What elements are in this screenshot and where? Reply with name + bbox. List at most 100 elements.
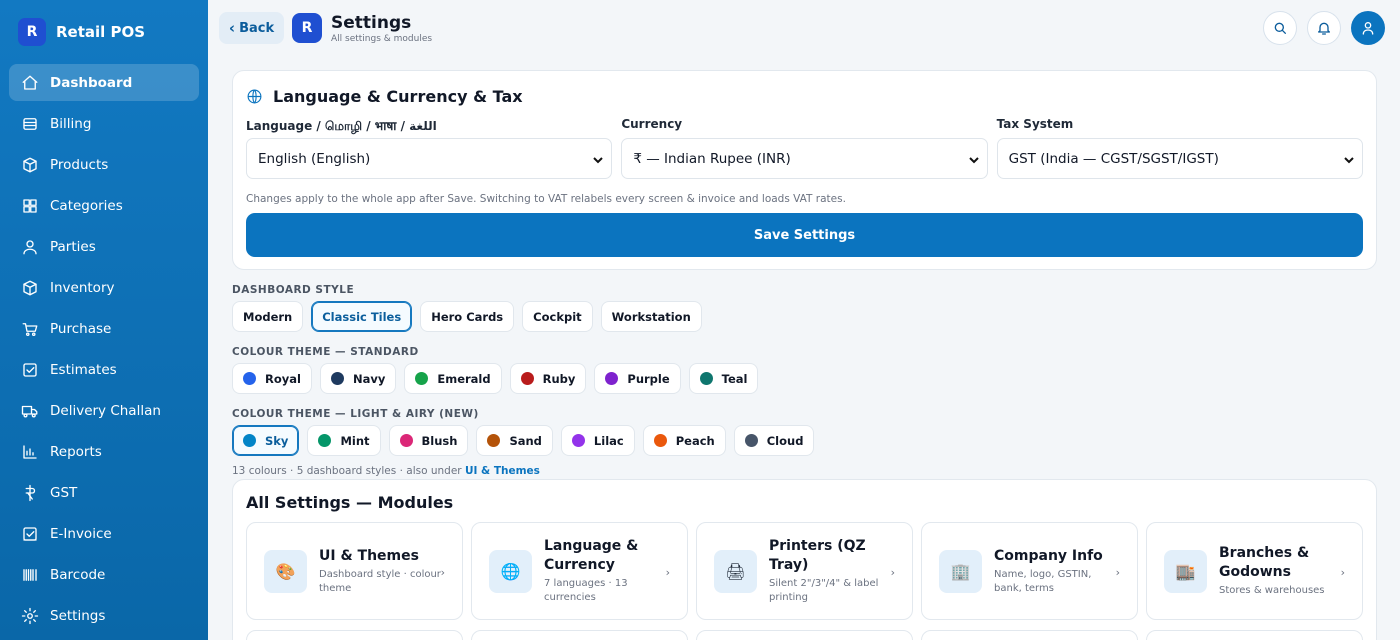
module-icon: 🏢 (939, 549, 982, 593)
module-title: Company Info (994, 547, 1103, 564)
theme-label: Cloud (766, 433, 804, 448)
sidebar-item-label: Dashboard (50, 74, 133, 91)
sidebar-item-label: Products (50, 156, 109, 173)
theme-navy[interactable]: Navy (319, 363, 397, 394)
theme-ruby[interactable]: Ruby (509, 363, 587, 394)
sidebar-nav: Dashboard Billing Products Categories Pa… (0, 64, 208, 634)
theme-label: Sand (509, 433, 542, 448)
ui-themes-link[interactable]: UI & Themes (465, 465, 540, 477)
module-desc: Silent 2"/3"/4" & label printing (769, 578, 879, 603)
theme-cloud[interactable]: Cloud (733, 425, 815, 456)
theme-note: 13 colours · 5 dashboard styles · also u… (232, 465, 1377, 477)
chevron-right-icon: › (1340, 566, 1345, 579)
color-swatch-icon (520, 372, 534, 385)
card-title: Language & Currency & Tax (246, 85, 1363, 107)
theme-label: Navy (352, 371, 386, 386)
chevron-left-icon: ‹ (228, 19, 236, 37)
truck-icon (21, 405, 38, 418)
language-select[interactable]: English (English) (246, 138, 613, 179)
theme-teal[interactable]: Teal (688, 363, 759, 394)
theme-sky[interactable]: Sky (232, 425, 300, 456)
module-tile-printers-qz-tray[interactable]: 🖨 Printers (QZ Tray) Silent 2"/3"/4" & lab… (696, 522, 913, 620)
sidebar-item-parties[interactable]: Parties (9, 228, 199, 265)
checkbox-icon (23, 362, 37, 377)
sidebar-item-settings[interactable]: Settings (9, 597, 199, 634)
theme-purple[interactable]: Purple (594, 363, 681, 394)
module-title: Branches & Godowns (1219, 545, 1310, 580)
theme-light-label: COLOUR THEME — LIGHT & AIRY (NEW) (232, 408, 479, 420)
sidebar-item-billing[interactable]: Billing (9, 105, 199, 142)
notifications-button[interactable] (1307, 11, 1341, 45)
brand[interactable]: R Retail POS (0, 0, 208, 64)
page-subtitle: All settings & modules (331, 34, 433, 44)
sidebar-item-e-invoice[interactable]: E-Invoice (9, 515, 199, 552)
module-icon: 🌐 (489, 549, 532, 593)
page-title: Settings (331, 13, 412, 33)
dashboard-style-options: Modern Classic Tiles Hero Cards Cockpit … (232, 301, 1377, 332)
modules-title: All Settings — Modules (246, 493, 454, 512)
color-swatch-icon (243, 372, 256, 385)
module-tile[interactable] (246, 630, 463, 640)
theme-label: Purple (627, 371, 670, 386)
dashboard-style-hero-cards[interactable]: Hero Cards (420, 301, 515, 332)
sidebar-item-gst[interactable]: GST (9, 474, 199, 511)
dashboard-style-workstation[interactable]: Workstation (600, 301, 702, 332)
sidebar-item-barcode[interactable]: Barcode (9, 556, 199, 593)
module-body: Language & Currency 7 languages · 13 curr… (544, 537, 672, 605)
sidebar-item-dashboard[interactable]: Dashboard (9, 64, 199, 101)
module-tile-language-currency[interactable]: 🌐 Language & Currency 7 languages · 13 cur… (471, 522, 688, 620)
module-title: Language & Currency (544, 538, 639, 573)
search-button[interactable] (1263, 11, 1297, 45)
back-button[interactable]: ‹ Back (219, 12, 284, 44)
sidebar-item-delivery-challan[interactable]: Delivery Challan (9, 392, 199, 429)
card-title-text: Language & Currency & Tax (273, 86, 523, 106)
save-settings-button[interactable]: Save Settings (246, 213, 1363, 257)
dashboard-style-modern[interactable]: Modern (232, 301, 304, 332)
theme-mint[interactable]: Mint (307, 425, 381, 456)
module-desc: Dashboard style · colour theme (319, 568, 441, 594)
theme-emerald[interactable]: Emerald (404, 363, 502, 394)
theme-peach[interactable]: Peach (642, 425, 726, 456)
module-body: Company Info Name, logo, GSTIN, bank, ter… (994, 547, 1122, 596)
chevron-right-icon: › (890, 566, 895, 579)
theme-label: Peach (675, 433, 715, 448)
theme-label: Royal (265, 371, 301, 386)
module-tiles-row-2 (246, 630, 1363, 640)
dashboard-style-cockpit[interactable]: Cockpit (522, 301, 593, 332)
module-tile[interactable] (471, 630, 688, 640)
module-tile[interactable] (921, 630, 1138, 640)
sidebar-item-products[interactable]: Products (9, 146, 199, 183)
sidebar-item-reports[interactable]: Reports (9, 433, 199, 470)
color-swatch-icon (330, 372, 344, 385)
sidebar-item-estimates[interactable]: Estimates (9, 351, 199, 388)
sidebar-item-categories[interactable]: Categories (9, 187, 199, 224)
module-tile-ui-themes[interactable]: 🎨 UI & Themes Dashboard style · colour the… (246, 522, 463, 620)
dashboard-style-classic-tiles[interactable]: Classic Tiles (311, 301, 413, 332)
sidebar-item-label: Billing (50, 115, 92, 132)
module-tile-branches-godowns[interactable]: 🏬 Branches & Godowns Stores & warehouses › (1146, 522, 1363, 620)
module-body: UI & Themes Dashboard style · colour them… (319, 547, 447, 596)
sidebar-item-label: Parties (50, 238, 96, 255)
sidebar-item-inventory[interactable]: Inventory (9, 269, 199, 306)
theme-royal[interactable]: Royal (232, 363, 312, 394)
theme-sand[interactable]: Sand (476, 425, 553, 456)
language-currency-tax-card: Language & Currency & Tax Language / மொழ… (232, 70, 1377, 270)
module-tile[interactable] (696, 630, 913, 640)
box-icon (23, 157, 37, 172)
theme-blush[interactable]: Blush (388, 425, 469, 456)
sidebar-item-purchase[interactable]: Purchase (9, 310, 199, 347)
sidebar-item-label: Estimates (50, 361, 117, 378)
barcode-icon (23, 568, 37, 581)
brand-logo: R (18, 18, 46, 46)
currency-field: Currency ₹ — Indian Rupee (INR) (621, 117, 988, 179)
tax-system-select[interactable]: GST (India — CGST/SGST/IGST) (996, 138, 1363, 179)
theme-lilac[interactable]: Lilac (560, 425, 635, 456)
currency-select[interactable]: ₹ — Indian Rupee (INR) (621, 138, 988, 179)
grid-icon (23, 198, 37, 213)
module-tile[interactable] (1146, 630, 1363, 640)
theme-label: Emerald (437, 371, 491, 386)
chevron-right-icon: › (1115, 566, 1120, 579)
module-tile-company-info[interactable]: 🏢 Company Info Name, logo, GSTIN, bank, te… (921, 522, 1138, 620)
field-row: Language / மொழி / भाषा / اللغة English (… (246, 117, 1363, 179)
avatar[interactable] (1351, 11, 1385, 45)
